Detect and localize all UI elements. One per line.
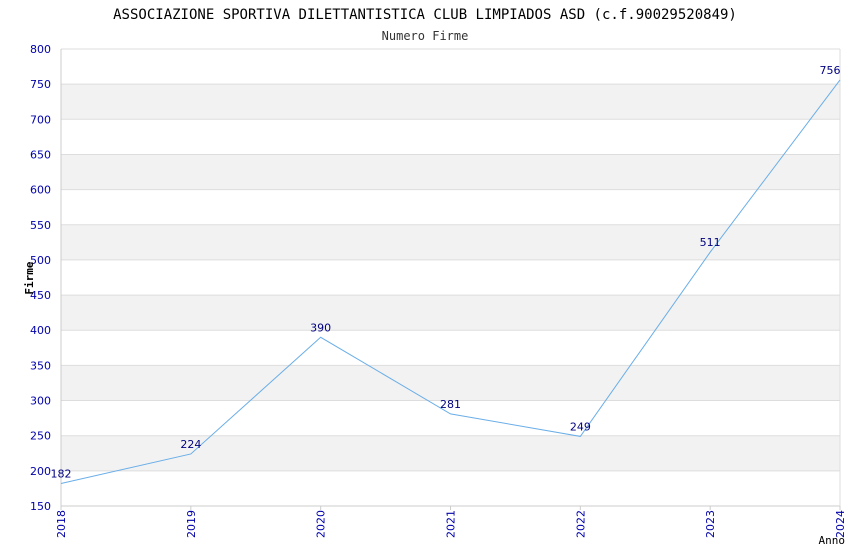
x-tick-label: 2023 <box>704 510 717 538</box>
data-label: 182 <box>51 468 72 481</box>
y-tick-label: 250 <box>30 430 51 443</box>
chart-title: ASSOCIAZIONE SPORTIVA DILETTANTISTICA CL… <box>113 7 737 23</box>
series <box>60 79 841 484</box>
plot-bands <box>61 84 840 471</box>
data-label: 224 <box>180 438 201 451</box>
line-chart: 1502002503003504004505005506006507007508… <box>23 7 847 547</box>
y-tick-label: 300 <box>30 395 51 408</box>
y-tick-label: 200 <box>30 465 51 478</box>
x-tick-label: 2020 <box>315 510 328 538</box>
y-tick-label: 350 <box>30 359 51 372</box>
data-label: 249 <box>570 420 591 433</box>
y-axis-label: Firme <box>23 261 36 294</box>
data-label: 281 <box>440 398 461 411</box>
data-label: 511 <box>700 236 721 249</box>
y-tick-label: 550 <box>30 219 51 232</box>
plot-band <box>61 295 840 331</box>
plot-band <box>61 84 840 120</box>
x-tick-label: 2019 <box>185 510 198 538</box>
chart-subtitle: Numero Firme <box>382 29 469 43</box>
x-tick-label: 2018 <box>55 510 68 538</box>
y-tick-label: 600 <box>30 184 51 197</box>
x-axis-label: Anno <box>819 534 846 547</box>
data-label: 756 <box>820 64 841 77</box>
x-tick-label: 2021 <box>445 510 458 538</box>
y-tick-label: 800 <box>30 43 51 56</box>
y-tick-label: 400 <box>30 324 51 337</box>
data-labels: 182 224 390 281 249 511 756 <box>51 64 841 481</box>
plot-band <box>61 154 840 190</box>
x-tick-labels: 2018 2019 2020 2021 2022 2023 2024 <box>55 510 847 538</box>
y-tick-label: 150 <box>30 500 51 513</box>
plot-band <box>61 435 840 471</box>
plot-band <box>61 224 840 260</box>
data-label: 390 <box>310 321 331 334</box>
y-tick-label: 700 <box>30 113 51 126</box>
y-tick-label: 750 <box>30 78 51 91</box>
series-line <box>60 79 841 484</box>
x-tick-label: 2022 <box>574 510 587 538</box>
plot-band <box>61 365 840 401</box>
y-tick-label: 650 <box>30 148 51 161</box>
